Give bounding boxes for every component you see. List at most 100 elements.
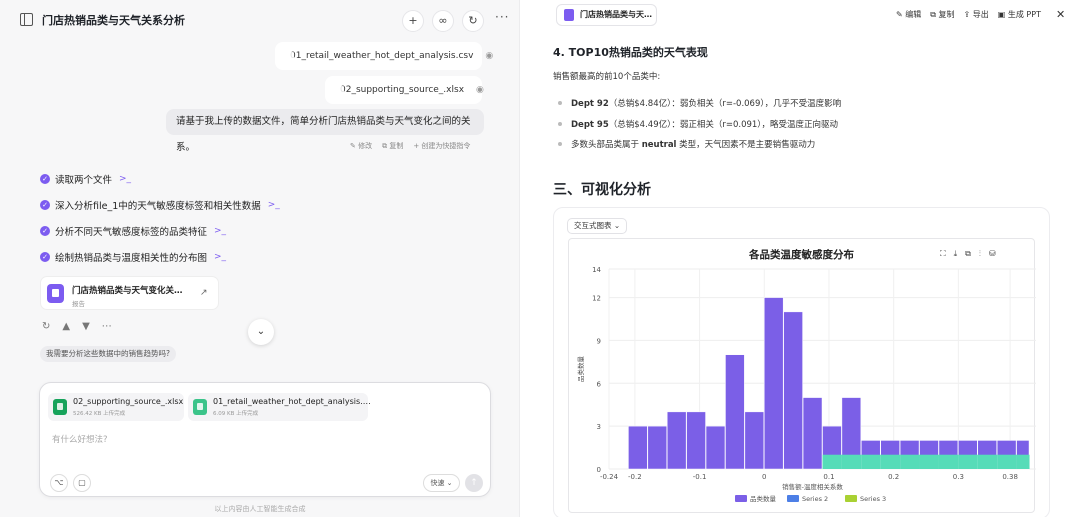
preview-eye-icon[interactable]: ◉ (476, 85, 484, 95)
overlay-bar (861, 454, 881, 469)
preview-eye-icon[interactable]: ◉ (485, 51, 493, 61)
bullet-item: Dept 95（总销$4.49亿）：弱正相关（r=0.091），略受温度正向驱动 (558, 118, 838, 130)
x-tick-label: -0.1 (693, 473, 707, 481)
histogram-bar (744, 411, 765, 470)
step-item[interactable]: ✓ 深入分析file_1中的天气敏感度标签和相关性数据 >_ (40, 198, 280, 212)
refresh-icon[interactable]: ↻ (462, 10, 484, 32)
x-axis-label: 销售额-温度相关系数 (782, 482, 843, 491)
chat-header: 门店热销品类与天气关系分析 + ∞ ↻ ··· (0, 0, 520, 40)
histogram-bar (764, 297, 784, 470)
report-tab-title: 门店热销品类与天… (580, 10, 652, 19)
y-tick-label: 14 (592, 266, 601, 274)
histogram-bar (628, 425, 648, 470)
mode-select[interactable]: 快速 ⌄ (423, 474, 460, 492)
edit-button[interactable]: ✎ 编辑 (896, 9, 921, 20)
check-icon: ✓ (40, 252, 50, 262)
scroll-down-button[interactable]: ⌄ (248, 319, 274, 345)
chat-title: 门店热销品类与天气关系分析 (42, 14, 185, 27)
overlay-bar (997, 454, 1017, 469)
x-tick-label: 0 (762, 473, 766, 481)
report-subtitle: 报告 (72, 300, 85, 308)
overlay-bar (880, 454, 901, 469)
attachment-csv[interactable]: 01_retail_weather_hot_dept_analysis.… 6.… (188, 393, 371, 421)
terminal-icon: >_ (119, 174, 132, 184)
x-tick-label: 0.38 (1002, 473, 1018, 481)
document-icon (564, 9, 574, 21)
message-input[interactable]: 有什么好想法? (52, 433, 108, 445)
attach-link-icon[interactable]: ∞ (432, 10, 454, 32)
x-tick-label: 0.3 (953, 473, 964, 481)
attachment-xlsx[interactable]: 02_supporting_source_.xlsx 526.42 KB 上传完… (48, 393, 184, 421)
report-panel: 门店热销品类与天… ✎ 编辑 ⧉ 复制 ⇪ 导出 ▣ 生成 PPT ✕ 4. T… (520, 0, 1080, 517)
overlay-bar (958, 454, 978, 469)
report-toolbar: ✎ 编辑 ⧉ 复制 ⇪ 导出 ▣ 生成 PPT (896, 9, 1041, 20)
export-button[interactable]: ⇪ 导出 (964, 9, 989, 20)
document-icon (47, 284, 64, 303)
more-icon[interactable]: ··· (495, 10, 509, 24)
overlay-bar (900, 454, 920, 469)
section-heading: 4. TOP10热销品类的天气表现 (553, 46, 708, 59)
overlay-bar (822, 454, 842, 469)
copy-action[interactable]: ⧉ 复制 (382, 141, 403, 151)
edit-action[interactable]: ✎ 修改 (350, 141, 372, 151)
histogram-bar (647, 425, 667, 470)
histogram-bar (802, 397, 823, 470)
legend-swatch (787, 495, 799, 502)
section-intro: 销售额最高的前10个品类中: (553, 72, 661, 82)
x-tick-label: 0.2 (888, 473, 899, 481)
report-title: 门店热销品类与天气变化关… (72, 286, 183, 296)
attachment-name: 01_retail_weather_hot_dept_analysis.… (213, 397, 371, 406)
y-axis-label: 品类数量 (576, 356, 585, 383)
message-composer: 02_supporting_source_.xlsx 526.42 KB 上传完… (39, 382, 491, 497)
copy-button[interactable]: ⧉ 复制 (930, 9, 954, 20)
legend-swatch (735, 495, 747, 502)
report-card[interactable]: 门店热销品类与天气变化关… 报告 ↗ (40, 276, 219, 310)
y-tick-label: 3 (597, 423, 601, 431)
suggestion-chip[interactable]: 我需要分析这些数据中的销售趋势吗? (40, 346, 176, 362)
x-tick-label: -0.24 (600, 473, 619, 481)
histogram-bar (666, 411, 687, 470)
open-external-icon[interactable]: ↗ (200, 288, 208, 298)
legend-label: 品类数量 (750, 494, 777, 503)
step-item[interactable]: ✓ 读取两个文件 >_ (40, 172, 131, 186)
terminal-icon: >_ (214, 226, 227, 236)
ai-disclaimer: 以上内容由人工智能生成合成 (214, 505, 306, 513)
regenerate-icon[interactable]: ↻ (42, 321, 50, 332)
excel-file-icon (53, 399, 67, 415)
overlay-bar (1016, 454, 1030, 469)
cube-icon[interactable]: ▢ (73, 474, 91, 492)
bullet-item: 多数头部品类属于 neutral 类型，天气因素不是主要销售驱动力 (558, 138, 815, 150)
close-icon[interactable]: ✕ (1056, 8, 1065, 21)
report-tab[interactable]: 门店热销品类与天… (556, 4, 657, 26)
send-button[interactable]: ↑ (465, 474, 483, 492)
thumbs-up-icon[interactable]: ▲ (62, 321, 70, 332)
ppt-button[interactable]: ▣ 生成 PPT (998, 9, 1041, 20)
feedback-row: ↻ ▲ ▼ ⋯ (42, 321, 112, 332)
chart-plot: 各品类温度敏感度分布 ⛶ ⤓ ⧉ ⫶ ⛁ 0 3 6 9 12 14 -0.24 -0.2 -0… (568, 238, 1036, 513)
uploaded-file-xlsx[interactable]: 02_supporting_source_.xlsx ◉ (325, 76, 484, 104)
check-icon: ✓ (40, 174, 50, 184)
user-message: 请基于我上传的数据文件，简单分析门店热销品类与天气变化之间的关系。 (166, 109, 484, 153)
file-name: 02_supporting_source_.xlsx (340, 85, 465, 95)
step-item[interactable]: ✓ 绘制热销品类与温度相关性的分布图 >_ (40, 250, 226, 264)
y-tick-label: 12 (592, 295, 601, 303)
y-tick-label: 9 (597, 337, 601, 345)
y-tick-label: 6 (597, 380, 602, 388)
overlay-bar (841, 454, 862, 469)
sidebar-toggle-icon[interactable] (20, 13, 33, 26)
legend-swatch (845, 495, 857, 502)
histogram-bar (725, 354, 745, 470)
uploaded-file-csv[interactable]: 01_retail_weather_hot_dept_analysis.csv … (275, 42, 493, 70)
paperclip-icon[interactable]: ⌥ (50, 474, 68, 492)
chart-type-dropdown[interactable]: 交互式图表 ⌄ (567, 218, 628, 234)
step-item[interactable]: ✓ 分析不同天气敏感度标签的品类特征 >_ (40, 224, 226, 238)
terminal-icon: >_ (214, 252, 227, 262)
message-actions: ✎ 修改 ⧉ 复制 + 创建为快捷指令 (350, 141, 470, 151)
more-options-icon[interactable]: ⋯ (102, 321, 112, 332)
new-chat-icon[interactable]: + (402, 10, 424, 32)
check-icon: ✓ (40, 200, 50, 210)
shortcut-action[interactable]: + 创建为快捷指令 (413, 141, 470, 151)
chat-panel: 门店热销品类与天气关系分析 + ∞ ↻ ··· 01_retail_weathe… (0, 0, 520, 517)
thumbs-down-icon[interactable]: ▼ (82, 321, 90, 332)
histogram-bar (705, 425, 726, 470)
